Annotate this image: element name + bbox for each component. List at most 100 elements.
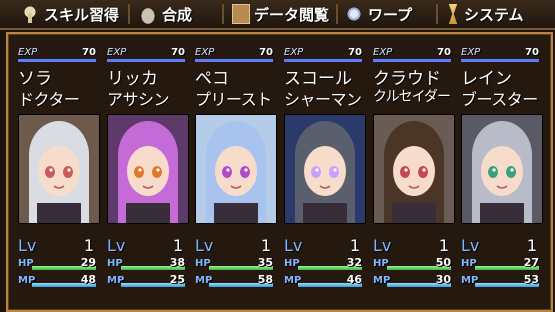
menu-craft[interactable]: 合成 bbox=[138, 2, 192, 26]
mp-row: MP 48 bbox=[18, 273, 98, 289]
member-portrait bbox=[461, 114, 543, 224]
mp-value: 48 bbox=[80, 273, 96, 286]
party-member-card[interactable]: EXP 70 ソラ ドクター Lv 1 HP 29 MP 48 bbox=[14, 44, 100, 306]
exp-label: EXP bbox=[373, 47, 393, 58]
member-job: アサシン bbox=[107, 90, 170, 109]
mp-row: MP 46 bbox=[284, 273, 364, 289]
party-member-card[interactable]: EXP 70 スコール シャーマン Lv 1 HP 32 MP 46 bbox=[280, 44, 366, 306]
menu-divider bbox=[436, 4, 438, 24]
level-label: Lv bbox=[284, 236, 303, 255]
hp-value: 50 bbox=[435, 256, 451, 269]
mp-value: 30 bbox=[435, 273, 451, 286]
menu-divider bbox=[336, 4, 338, 24]
exp-fill bbox=[107, 59, 185, 62]
hp-row: HP 27 bbox=[461, 256, 541, 272]
hp-row: HP 35 bbox=[195, 256, 275, 272]
mp-row: MP 53 bbox=[461, 273, 541, 289]
hp-value: 38 bbox=[169, 256, 185, 269]
hp-row: HP 50 bbox=[373, 256, 453, 272]
party-member-card[interactable]: EXP 70 クラウド クルセイダー Lv 1 HP 50 MP 30 bbox=[369, 44, 455, 306]
mp-value: 46 bbox=[346, 273, 362, 286]
exp-label: EXP bbox=[107, 47, 127, 58]
mp-row: MP 58 bbox=[195, 273, 275, 289]
menu-divider bbox=[128, 4, 130, 24]
party-member-card[interactable]: EXP 70 レイン ブースター Lv 1 HP 27 MP 53 bbox=[457, 44, 543, 306]
level-value: 1 bbox=[172, 236, 183, 255]
exp-fill bbox=[195, 59, 273, 62]
exp-fill bbox=[18, 59, 96, 62]
menu-system-label: システム bbox=[464, 5, 524, 24]
member-portrait bbox=[284, 114, 366, 224]
level-value: 1 bbox=[526, 236, 537, 255]
level-label: Lv bbox=[373, 236, 392, 255]
level-value: 1 bbox=[260, 236, 271, 255]
exp-fill bbox=[284, 59, 362, 62]
exp-row: EXP 70 bbox=[191, 47, 277, 63]
menu-system[interactable]: システム bbox=[446, 2, 524, 26]
member-portrait bbox=[373, 114, 455, 224]
mp-value: 53 bbox=[523, 273, 539, 286]
exp-value: 70 bbox=[171, 47, 185, 58]
menu-craft-label: 合成 bbox=[162, 5, 193, 24]
level-label: Lv bbox=[461, 236, 480, 255]
exp-value: 70 bbox=[259, 47, 273, 58]
party-status-panel: EXP 70 ソラ ドクター Lv 1 HP 29 MP 48 EXP 70 リ… bbox=[6, 32, 553, 312]
mp-row: MP 30 bbox=[373, 273, 453, 289]
member-portrait bbox=[195, 114, 277, 224]
exp-bar bbox=[373, 59, 451, 62]
exp-row: EXP 70 bbox=[14, 47, 100, 63]
member-job: プリースト bbox=[195, 90, 272, 109]
menu-divider bbox=[222, 4, 224, 24]
exp-label: EXP bbox=[461, 47, 481, 58]
member-job: クルセイダー bbox=[373, 89, 451, 105]
portrait-image bbox=[108, 115, 188, 223]
member-job: ブースター bbox=[461, 90, 538, 109]
exp-value: 70 bbox=[82, 47, 96, 58]
party-member-card[interactable]: EXP 70 リッカ アサシン Lv 1 HP 38 MP 25 bbox=[103, 44, 189, 306]
exp-bar bbox=[195, 59, 273, 62]
exp-row: EXP 70 bbox=[457, 47, 543, 63]
menu-warp-label: ワープ bbox=[368, 5, 413, 24]
portrait-image bbox=[196, 115, 276, 223]
exp-fill bbox=[461, 59, 539, 62]
menu-skill-learn[interactable]: スキル習得 bbox=[20, 2, 119, 26]
member-job: ドクター bbox=[18, 90, 80, 109]
level-value: 1 bbox=[349, 236, 360, 255]
exp-bar bbox=[18, 59, 96, 62]
top-menu-bar: スキル習得 合成 データ閲覧 ワープ システム bbox=[0, 0, 555, 30]
portrait-image bbox=[19, 115, 99, 223]
exp-label: EXP bbox=[18, 47, 38, 58]
warp-icon bbox=[344, 4, 364, 24]
portrait-image bbox=[374, 115, 454, 223]
exp-bar bbox=[107, 59, 185, 62]
portrait-image bbox=[285, 115, 365, 223]
hp-row: HP 38 bbox=[107, 256, 187, 272]
hp-value: 32 bbox=[346, 256, 362, 269]
exp-value: 70 bbox=[348, 47, 362, 58]
menu-skill-learn-label: スキル習得 bbox=[44, 5, 120, 24]
exp-row: EXP 70 bbox=[103, 47, 189, 63]
exp-fill bbox=[373, 59, 451, 62]
hp-value: 27 bbox=[523, 256, 539, 269]
menu-data-view[interactable]: データ閲覧 bbox=[232, 2, 329, 26]
party-member-card[interactable]: EXP 70 ペコ プリースト Lv 1 HP 35 MP 58 bbox=[191, 44, 277, 306]
exp-value: 70 bbox=[525, 47, 539, 58]
exp-label: EXP bbox=[195, 47, 215, 58]
mp-value: 58 bbox=[257, 273, 273, 286]
exp-bar bbox=[284, 59, 362, 62]
hp-row: HP 29 bbox=[18, 256, 98, 272]
level-value: 1 bbox=[83, 236, 94, 255]
portrait-image bbox=[462, 115, 542, 223]
member-portrait bbox=[18, 114, 100, 224]
skill-tree-icon bbox=[20, 4, 40, 24]
exp-value: 70 bbox=[437, 47, 451, 58]
exp-row: EXP 70 bbox=[369, 47, 455, 63]
level-value: 1 bbox=[438, 236, 449, 255]
mp-row: MP 25 bbox=[107, 273, 187, 289]
hp-value: 35 bbox=[257, 256, 273, 269]
exp-bar bbox=[461, 59, 539, 62]
hp-value: 29 bbox=[80, 256, 96, 269]
book-icon bbox=[232, 4, 250, 24]
menu-warp[interactable]: ワープ bbox=[344, 2, 412, 26]
level-label: Lv bbox=[195, 236, 214, 255]
